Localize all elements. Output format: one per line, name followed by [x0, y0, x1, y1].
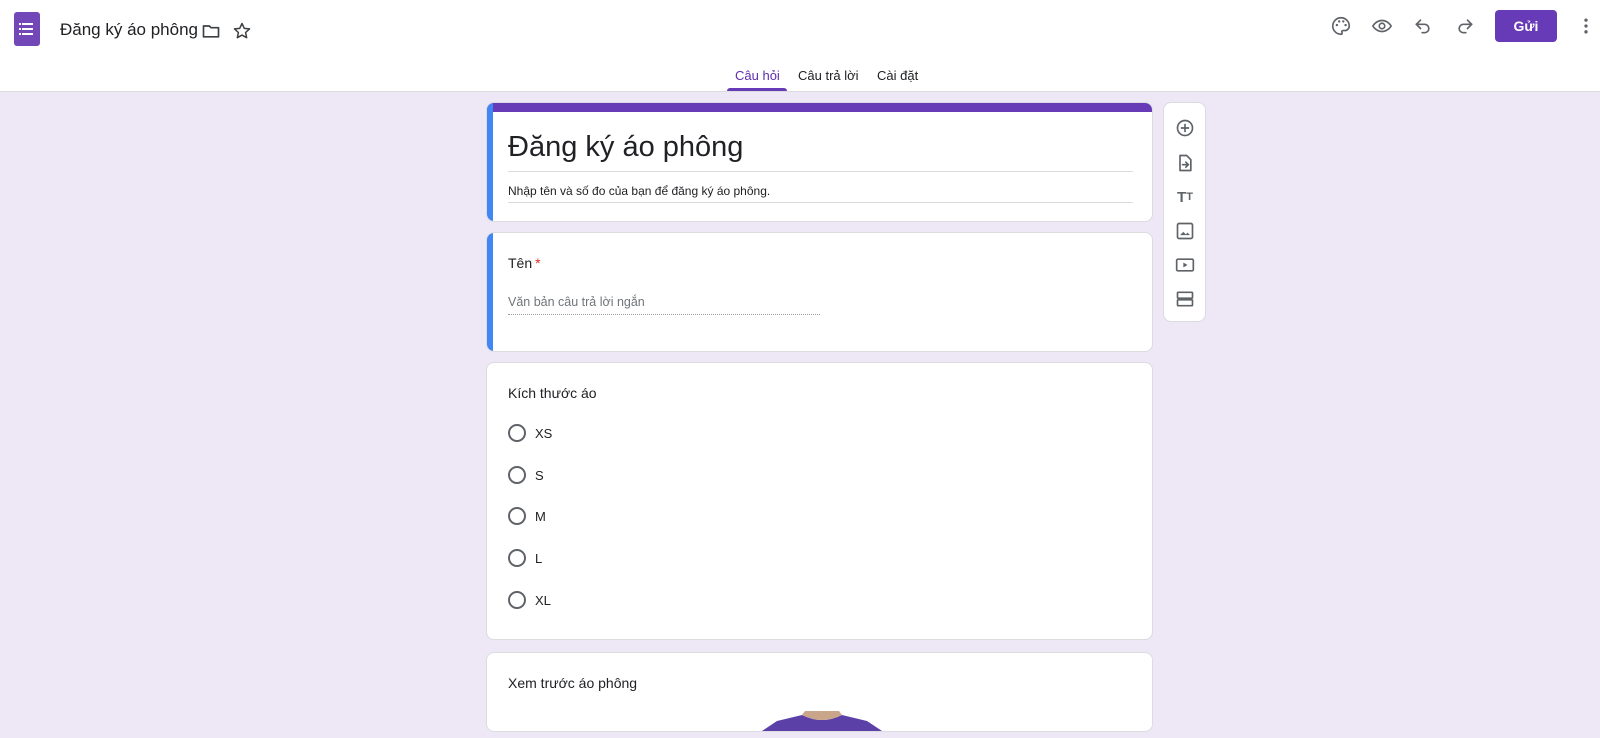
option-label: S — [535, 467, 544, 483]
title-text-icon[interactable]: TT — [1174, 186, 1196, 208]
redo-icon[interactable] — [1453, 14, 1477, 38]
section-icon[interactable] — [1174, 288, 1196, 310]
question-label: Tên — [508, 255, 533, 271]
required-asterisk: * — [535, 255, 541, 271]
selected-accent — [487, 233, 493, 351]
short-answer-placeholder: Văn bản câu trả lời ngắn — [508, 295, 820, 315]
radio-circle-icon[interactable] — [508, 591, 526, 609]
option-label: L — [535, 550, 543, 566]
active-tab-indicator — [727, 88, 787, 91]
forms-logo-icon[interactable] — [14, 12, 40, 46]
radio-option-xs[interactable]: XS — [508, 423, 552, 443]
tshirt-preview-image — [762, 711, 882, 731]
radio-option-l[interactable]: L — [508, 548, 542, 568]
tab-questions[interactable]: Câu hỏi — [735, 68, 780, 83]
palette-icon[interactable] — [1329, 14, 1353, 38]
preview-eye-icon[interactable] — [1370, 14, 1394, 38]
add-question-icon[interactable] — [1174, 117, 1196, 139]
logo-dot — [19, 28, 21, 30]
question-title: Kích thước áo — [508, 385, 597, 401]
radio-circle-icon[interactable] — [508, 424, 526, 442]
tab-settings[interactable]: Cài đặt — [877, 68, 918, 83]
option-label: XS — [535, 425, 553, 441]
form-title-card[interactable]: Đăng ký áo phông Nhập tên và số đo của b… — [486, 102, 1153, 222]
star-icon[interactable] — [230, 19, 254, 43]
app-header: Đăng ký áo phông Gửi Câu hỏi Câu trả lời… — [0, 0, 1600, 92]
logo-line — [22, 28, 33, 30]
selected-accent — [487, 103, 493, 221]
send-button[interactable]: Gửi — [1495, 10, 1557, 42]
more-vert-icon[interactable] — [1574, 14, 1598, 38]
video-icon[interactable] — [1174, 254, 1196, 276]
logo-line — [22, 33, 33, 35]
form-description[interactable]: Nhập tên và số đo của bạn để đăng ký áo … — [508, 184, 770, 198]
question-card-shirt-preview[interactable]: Xem trước áo phông — [486, 652, 1153, 732]
logo-dot — [19, 33, 21, 35]
theme-color-bar — [487, 103, 1152, 112]
radio-option-m[interactable]: M — [508, 506, 546, 526]
question-title: Xem trước áo phông — [508, 675, 638, 691]
undo-icon[interactable] — [1411, 14, 1435, 38]
question-card-shirt-size[interactable]: Kích thước áo XS S M L XL — [486, 362, 1153, 640]
radio-option-xl[interactable]: XL — [508, 590, 551, 610]
folder-icon[interactable] — [199, 19, 223, 43]
option-label: M — [535, 508, 546, 524]
question-title: Tên * — [508, 255, 541, 271]
description-underline — [508, 202, 1133, 203]
title-underline — [508, 171, 1133, 172]
logo-dot — [19, 23, 21, 25]
question-card-name[interactable]: Tên * Văn bản câu trả lời ngắn — [486, 232, 1153, 352]
import-questions-icon[interactable] — [1174, 152, 1196, 174]
logo-line — [22, 23, 33, 25]
floating-toolbar: TT — [1163, 102, 1206, 322]
radio-circle-icon[interactable] — [508, 549, 526, 567]
tab-responses[interactable]: Câu trả lời — [798, 68, 859, 83]
form-title[interactable]: Đăng ký áo phông — [508, 131, 743, 164]
image-icon[interactable] — [1174, 220, 1196, 242]
radio-circle-icon[interactable] — [508, 507, 526, 525]
form-tabs: Câu hỏi Câu trả lời Cài đặt — [0, 58, 1600, 92]
document-title[interactable]: Đăng ký áo phông — [60, 20, 198, 40]
radio-option-s[interactable]: S — [508, 465, 544, 485]
option-label: XL — [535, 592, 551, 608]
radio-circle-icon[interactable] — [508, 466, 526, 484]
